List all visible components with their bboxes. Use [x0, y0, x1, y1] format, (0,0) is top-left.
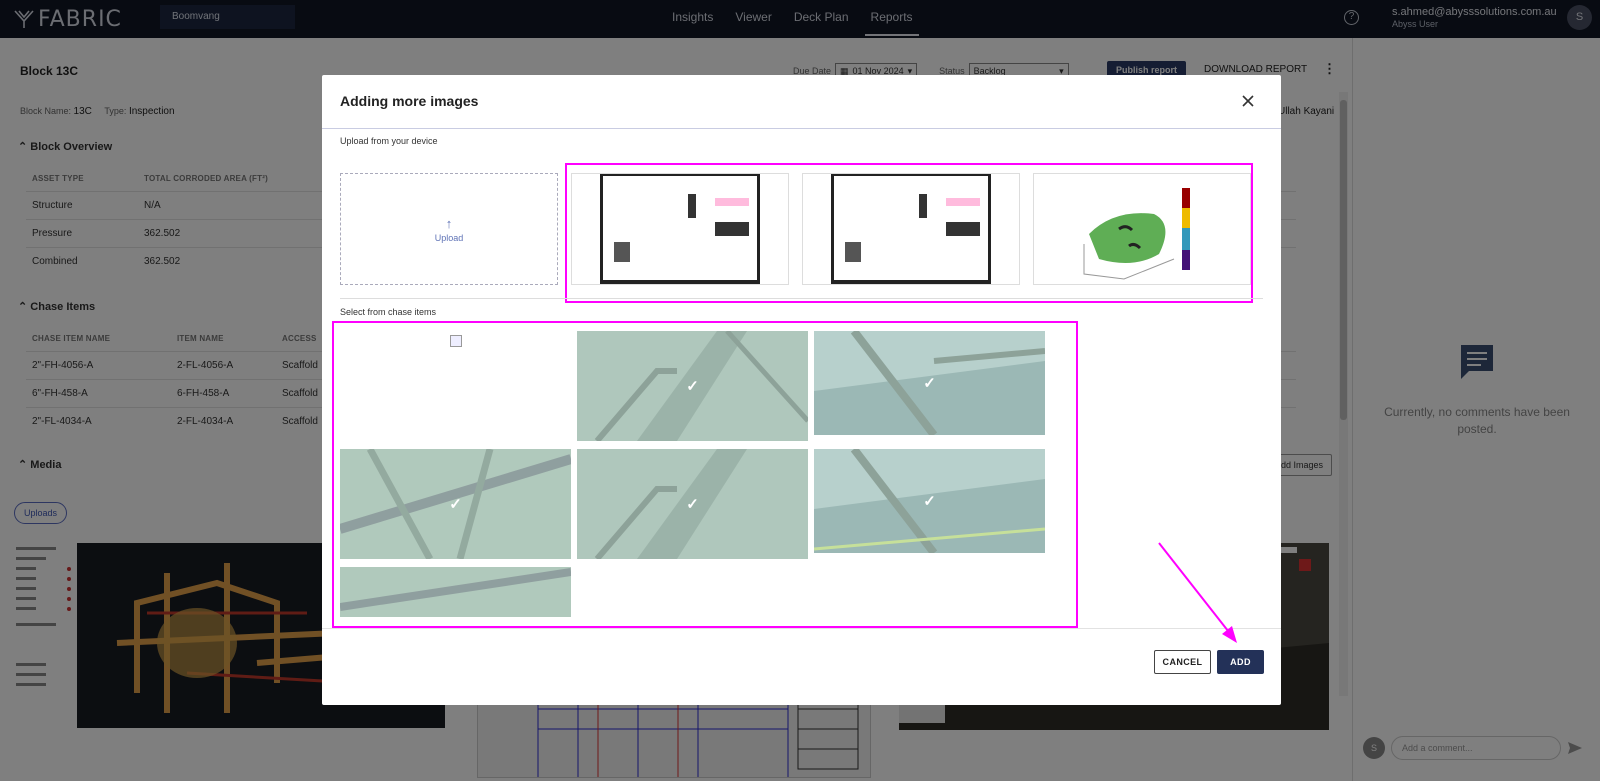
dialog-title: Adding more images: [340, 93, 479, 109]
add-button[interactable]: ADD: [1217, 650, 1264, 674]
add-images-dialog: Adding more images Upload from your devi…: [322, 75, 1281, 705]
close-icon[interactable]: [1240, 93, 1256, 109]
dialog-divider: [322, 128, 1281, 129]
section-divider: [340, 298, 1263, 299]
cancel-button[interactable]: CANCEL: [1154, 650, 1211, 674]
chase-section-label: Select from chase items: [340, 307, 437, 317]
chase-images-highlight: [332, 321, 1078, 628]
arrow-up-icon: ↑: [445, 215, 453, 231]
upload-section-label: Upload from your device: [340, 136, 438, 146]
upload-label: Upload: [434, 232, 464, 243]
footer-divider: [322, 628, 1281, 629]
upload-dropzone[interactable]: ↑ Upload: [340, 173, 558, 285]
uploaded-images-highlight: [565, 163, 1253, 303]
